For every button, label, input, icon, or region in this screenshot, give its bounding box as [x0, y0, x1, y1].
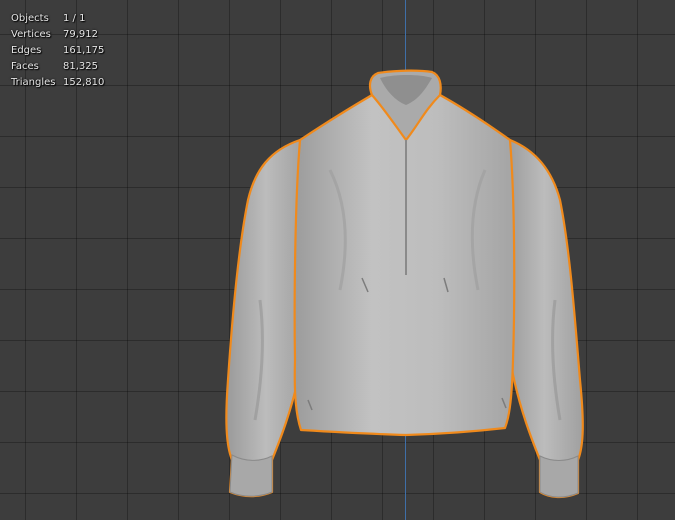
jacket-body: [293, 93, 516, 437]
3d-viewport[interactable]: Objects 1 / 1 Vertices 79,912 Edges 161,…: [0, 0, 675, 520]
right-cuff: [539, 455, 579, 498]
left-sleeve: [225, 138, 307, 498]
left-cuff: [229, 454, 273, 497]
jacket-mesh-object[interactable]: [0, 0, 675, 520]
right-sleeve: [504, 138, 584, 499]
